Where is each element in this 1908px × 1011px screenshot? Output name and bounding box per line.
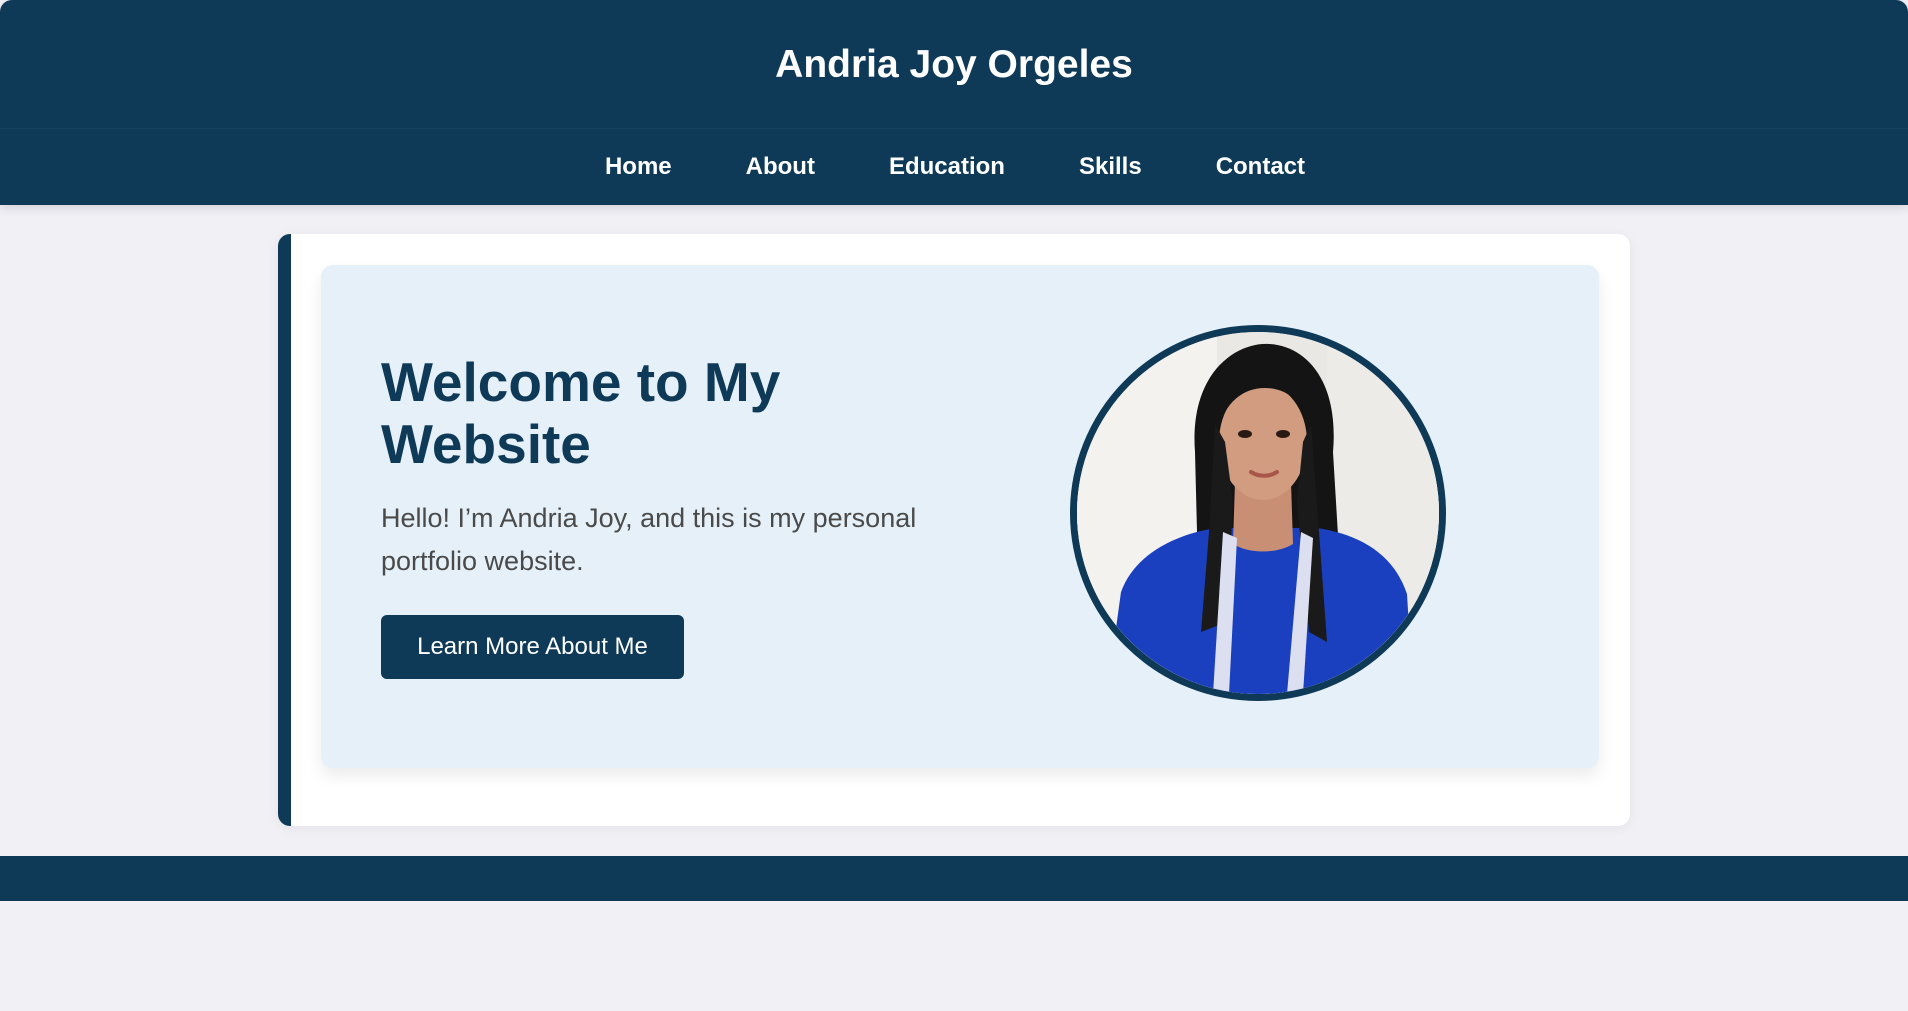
site-header: Andria Joy Orgeles Home About Education … [0, 0, 1908, 205]
hero-intro-text: Hello! I’m Andria Joy, and this is my pe… [381, 503, 917, 576]
site-footer [0, 856, 1908, 901]
site-title: Andria Joy Orgeles [775, 43, 1133, 86]
nav-item-education[interactable]: Education [889, 152, 1005, 182]
hero-section: Welcome to My Website Hello! I’m Andria … [321, 265, 1599, 768]
nav-item-contact[interactable]: Contact [1216, 152, 1305, 182]
hero-title: Welcome to My Website [381, 351, 781, 475]
profile-photo-illustration [1077, 332, 1439, 694]
learn-more-button[interactable]: Learn More About Me [381, 615, 684, 679]
nav-item-skills[interactable]: Skills [1079, 152, 1142, 182]
nav-item-home[interactable]: Home [605, 152, 672, 182]
main-nav: Home About Education Skills Contact [0, 128, 1908, 205]
nav-list: Home About Education Skills Contact [566, 152, 1342, 182]
profile-photo [1070, 325, 1446, 701]
nav-item-about[interactable]: About [746, 152, 815, 182]
